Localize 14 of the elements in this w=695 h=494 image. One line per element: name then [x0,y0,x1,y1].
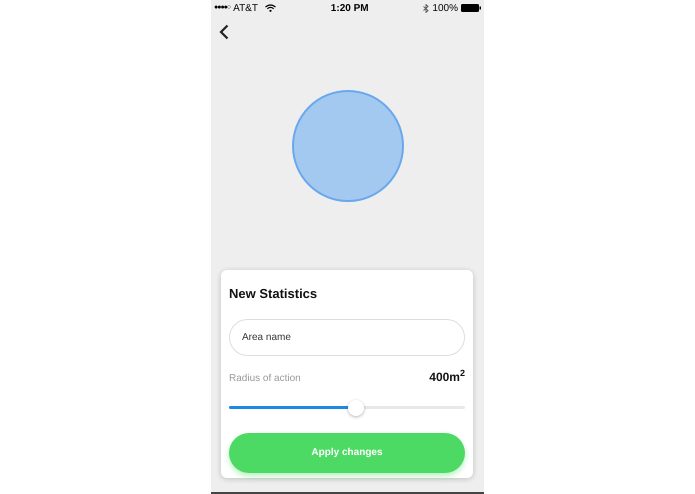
area-name-field[interactable]: Area name [229,318,465,356]
slider-thumb[interactable] [348,400,364,416]
back-icon [219,24,229,40]
radius-value: 400m$^{2}$ [429,368,465,386]
panel-title: New Statistics [229,285,318,303]
battery-icon [461,4,481,12]
carrier-label: AT&T [233,2,258,16]
radius-label: Radius of action [229,372,301,386]
wifi-icon [264,4,276,12]
bluetooth-icon [423,4,430,12]
battery-percent: 100% [432,2,458,16]
status-time: 1:20 PM [330,2,369,16]
radius-slider[interactable] [229,400,465,416]
apply-changes-button[interactable]: Apply changes [229,432,465,472]
